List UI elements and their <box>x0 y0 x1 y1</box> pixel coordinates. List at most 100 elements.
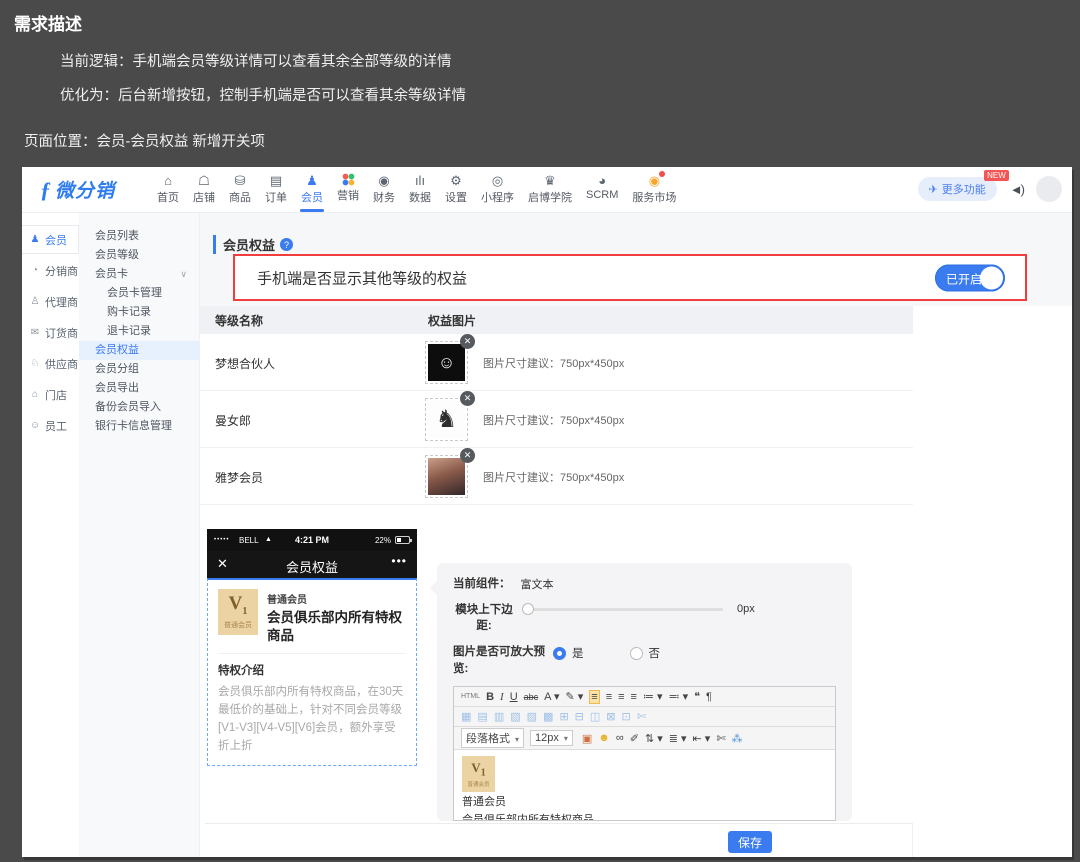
top-nav-item[interactable]: ◎ 小程序 <box>474 170 521 208</box>
toolbar-icon[interactable]: A ▾ <box>544 690 559 703</box>
announcement-speaker-icon[interactable]: ◄) <box>1010 182 1023 197</box>
secondary-sidebar-item[interactable]: 会员列表 <box>79 227 199 246</box>
primary-sidebar-item[interactable]: ☺ 员工 <box>22 411 79 440</box>
help-icon[interactable]: ? <box>280 238 293 251</box>
table-tool-icon[interactable]: ▦ <box>461 710 471 723</box>
richtext-component-preview[interactable]: V1 普通会员 普通会员 会员俱乐部内所有特权商品 特权介绍 会员俱乐部内所有特… <box>207 578 417 766</box>
toolbar-icon[interactable]: ⇤ ▾ <box>693 732 711 745</box>
toolbar-icon[interactable]: ≡ <box>631 691 637 703</box>
top-nav-item[interactable]: ♛ 启博学院 <box>521 170 579 208</box>
secondary-sidebar-item[interactable]: 会员导出 <box>79 379 199 398</box>
top-nav-item[interactable]: ⚙ 设置 <box>438 170 474 208</box>
benefit-image[interactable]: ♞ ✕ <box>425 398 468 441</box>
secondary-sidebar-item[interactable]: 会员等级 <box>79 246 199 265</box>
toolbar-icon[interactable]: U <box>510 691 518 703</box>
other-levels-toggle[interactable]: 已开启 <box>935 264 1005 291</box>
font-size-dropdown[interactable]: 12px <box>530 730 573 746</box>
primary-sidebar-item[interactable]: ⌂ 门店 <box>22 380 79 409</box>
margin-slider[interactable] <box>523 608 723 611</box>
ellipsis-menu-icon[interactable]: ••• <box>391 554 407 568</box>
close-icon[interactable]: ✕ <box>217 556 228 572</box>
user-avatar[interactable] <box>1036 176 1062 202</box>
toolbar-icon[interactable]: B <box>486 691 494 703</box>
toolbar-icon[interactable]: ≡ <box>606 691 612 703</box>
save-button[interactable]: 保存 <box>728 831 772 853</box>
toolbar-icon[interactable]: ▣ <box>582 732 592 745</box>
top-nav-item[interactable]: ♟ 会员 <box>294 170 330 208</box>
table-tool-icon[interactable]: ⊟ <box>575 710 584 723</box>
slider-knob[interactable] <box>522 603 534 615</box>
primary-sidebar-item[interactable]: ♘ 供应商 <box>22 349 79 378</box>
toolbar-icon[interactable]: ✐ <box>630 732 639 745</box>
top-nav-item[interactable]: ◉ 服务市场 <box>625 170 683 208</box>
top-nav-item[interactable]: ⌂ 首页 <box>150 170 186 208</box>
remove-image-icon[interactable]: ✕ <box>460 334 475 349</box>
secondary-sidebar-item[interactable]: 会员卡 ∨ <box>79 265 199 284</box>
table-tool-icon[interactable]: ⊠ <box>606 710 615 723</box>
table-tool-icon[interactable]: ⊞ <box>559 710 568 723</box>
nav-item-label: SCRM <box>586 189 618 201</box>
chevron-down-icon: ∨ <box>180 265 187 284</box>
top-nav-item[interactable]: ılı 数据 <box>402 170 438 208</box>
sidebar-item-label: 供应商 <box>45 356 78 372</box>
table-tool-icon[interactable]: ▤ <box>477 710 487 723</box>
editor-content[interactable]: V1 普通会员 普通会员 会员俱乐部内所有特权商品 特权介绍 <box>454 750 835 820</box>
secondary-sidebar-item[interactable]: 购卡记录 <box>79 303 199 322</box>
table-tool-icon[interactable]: ▩ <box>543 710 553 723</box>
nav-item-label: 服务市场 <box>632 189 676 205</box>
toolbar-icon[interactable]: ✄ <box>716 732 725 745</box>
toolbar-icon[interactable]: ☻ <box>598 732 610 744</box>
toolbar-icon[interactable]: ✎ ▾ <box>565 690 583 703</box>
sidebar-item-icon: ♘ <box>29 356 41 371</box>
top-navbar: ƒ 微分销 ⌂ 首页 ☖ 店铺 ⛁ 商品 <box>22 167 1072 213</box>
top-nav-item[interactable]: ☖ 店铺 <box>186 170 222 208</box>
current-component-label: 当前组件： <box>453 576 511 593</box>
table-tool-icon[interactable]: ⊡ <box>622 710 631 723</box>
toolbar-icon[interactable]: ≕ ▾ <box>669 690 689 703</box>
table-tool-icon[interactable]: ✄ <box>637 710 646 723</box>
secondary-sidebar-item[interactable]: 退卡记录 <box>79 322 199 341</box>
secondary-sidebar-item[interactable]: 会员卡管理 <box>79 284 199 303</box>
remove-image-icon[interactable]: ✕ <box>460 391 475 406</box>
toolbar-icon[interactable]: ≣ ▾ <box>669 732 687 745</box>
primary-sidebar-item[interactable]: ✉ 订货商 <box>22 318 79 347</box>
toolbar-icon[interactable]: ≡ <box>618 691 624 703</box>
top-nav-item[interactable]: ▤ 订单 <box>258 170 294 208</box>
paragraph-format-dropdown[interactable]: 段落格式 <box>461 728 524 748</box>
phone-preview: ••••• BELL ▲ 4:21 PM 22% ✕ 会员权益 ••• V1 普… <box>207 529 417 766</box>
secondary-sidebar-item[interactable]: 会员分组 <box>79 360 199 379</box>
member-level-badge: V1 普通会员 <box>462 756 495 792</box>
remove-image-icon[interactable]: ✕ <box>460 448 475 463</box>
sidebar-item-label: 会员 <box>45 232 67 248</box>
top-nav-item[interactable]: 营销 <box>330 170 366 208</box>
table-tool-icon[interactable]: ▧ <box>510 710 520 723</box>
toolbar-icon[interactable]: ❝ <box>694 690 700 703</box>
primary-sidebar-item[interactable]: ♙ 代理商 <box>22 287 79 316</box>
primary-sidebar-item[interactable]: ♟ 会员 <box>22 225 79 254</box>
radio-yes[interactable] <box>553 647 566 660</box>
toolbar-icon[interactable]: ≡ <box>589 690 599 704</box>
top-nav-item[interactable]: ◉ 财务 <box>366 170 402 208</box>
toolbar-icon[interactable]: ⁂ <box>732 732 743 745</box>
secondary-sidebar-item[interactable]: 备份会员导入 <box>79 398 199 417</box>
toolbar-icon[interactable]: ∞ <box>616 732 624 744</box>
toolbar-icon[interactable]: ⇅ ▾ <box>645 732 663 745</box>
benefit-image[interactable]: ✕ <box>425 455 468 498</box>
top-nav-item[interactable]: ⛁ 商品 <box>222 170 258 208</box>
app-logo[interactable]: ƒ 微分销 <box>40 176 115 203</box>
toolbar-icon[interactable]: abc <box>524 692 539 702</box>
table-tool-icon[interactable]: ▥ <box>494 710 504 723</box>
toolbar-icon[interactable]: HTML <box>461 693 480 700</box>
secondary-sidebar-item[interactable]: 会员权益 <box>79 341 199 360</box>
table-tool-icon[interactable]: ◫ <box>590 710 600 723</box>
toolbar-icon[interactable]: ≔ ▾ <box>643 690 663 703</box>
benefit-image[interactable]: ☺ ✕ <box>425 341 468 384</box>
nav-item-icon: ☖ <box>196 173 212 188</box>
toolbar-icon[interactable]: I <box>500 691 504 703</box>
toolbar-icon[interactable]: ¶ <box>706 691 712 703</box>
radio-no[interactable] <box>630 647 643 660</box>
table-tool-icon[interactable]: ▨ <box>527 710 537 723</box>
secondary-sidebar-item[interactable]: 银行卡信息管理 <box>79 417 199 436</box>
primary-sidebar-item[interactable]: ◔ 分销商 <box>22 256 79 285</box>
top-nav-item[interactable]: ◕ SCRM <box>579 170 625 208</box>
